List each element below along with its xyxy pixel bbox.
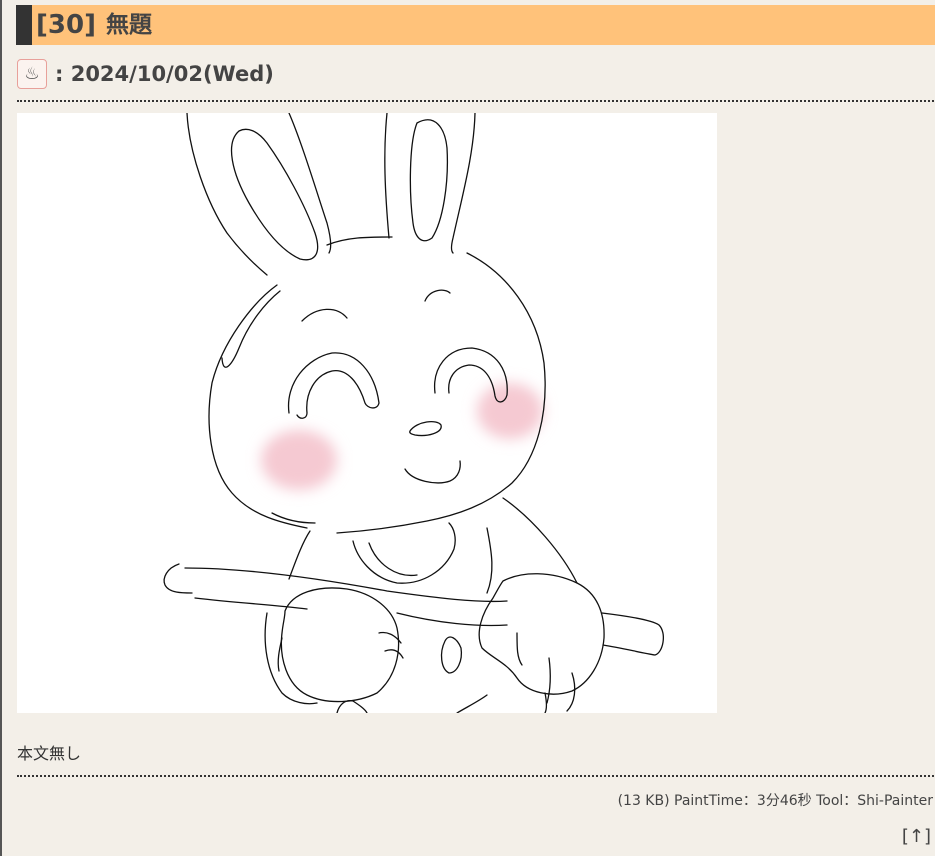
painted-image[interactable] [17, 113, 717, 713]
right-cheek [477, 383, 543, 439]
post-number: [30] [36, 10, 96, 40]
left-ear-outer [186, 113, 268, 276]
hot-springs-icon: ♨ [17, 59, 47, 89]
left-cheek [261, 430, 337, 490]
post-header: [30] 無題 [16, 5, 935, 45]
divider [17, 100, 935, 102]
post-date: : 2024/10/02(Wed) [55, 62, 274, 86]
back-to-top-link[interactable]: [↑] [902, 826, 931, 847]
post-meta: ♨ : 2024/10/02(Wed) [17, 58, 274, 90]
divider [17, 775, 935, 777]
post-comment: 本文無し [17, 744, 82, 763]
post-title: 無題 [105, 12, 152, 38]
post-frame: [30] 無題 ♨ : 2024/10/02(Wed) 本文無し (13 KB)… [0, 0, 935, 856]
file-info: (13 KB) PaintTime：3分46秒 Tool：Shi-Painter [617, 793, 933, 809]
bunny-drawing [163, 113, 665, 713]
